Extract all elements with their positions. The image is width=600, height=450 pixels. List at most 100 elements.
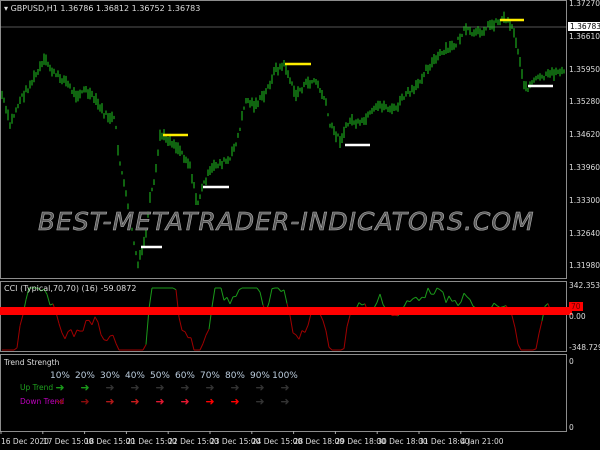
cci-line — [88, 320, 93, 326]
down-arrow-icon: ➜ — [280, 395, 290, 408]
ohlc-values: 1.36786 1.36812 1.36752 1.36783 — [60, 4, 201, 13]
up-arrow-icon: ➜ — [230, 381, 240, 394]
cci-line — [223, 296, 228, 301]
cci-line — [535, 333, 540, 349]
cci-line — [421, 296, 426, 299]
cci-line — [415, 296, 420, 301]
watermark: BEST-METATRADER-INDICATORS.COM — [38, 207, 535, 237]
cci-line — [322, 320, 327, 331]
percent-label: 50% — [149, 371, 170, 381]
percent-label: 20% — [74, 371, 95, 381]
down-arrow-icon: ➜ — [105, 395, 115, 408]
cci-line — [94, 316, 99, 323]
cci-line — [451, 299, 456, 302]
cci-line — [61, 332, 66, 340]
percent-label: 40% — [124, 371, 145, 381]
up-arrow-icon: ➜ — [280, 381, 290, 394]
cci-line — [13, 347, 18, 351]
cci-line — [301, 330, 306, 333]
percent-label: 90% — [249, 371, 270, 381]
cci-line — [181, 329, 186, 333]
cci-line — [91, 316, 96, 326]
cci-line — [436, 287, 441, 291]
cci-line — [259, 291, 264, 306]
cci-line — [433, 287, 438, 295]
percent-label: 10% — [49, 371, 70, 381]
cci-line — [442, 292, 447, 303]
cci-line — [67, 329, 72, 333]
cci-line — [190, 337, 195, 351]
symbol-label: GBPUSD,H1 — [10, 4, 58, 13]
cci-scale-min: -348.7291 — [569, 343, 600, 352]
cci-line — [517, 343, 522, 351]
cci-line — [70, 329, 75, 338]
cci-line — [268, 288, 273, 303]
cci-line — [82, 320, 87, 332]
cci-line — [439, 289, 444, 293]
price-tick: 1.37270 — [569, 0, 600, 8]
price-tick: 1.35950 — [569, 64, 600, 74]
cci-line — [418, 296, 423, 301]
cci-line — [394, 314, 399, 317]
cci-line — [304, 325, 309, 333]
cci-line — [448, 295, 453, 302]
price-tick: 1.31980 — [569, 261, 600, 271]
percent-label: 70% — [199, 371, 220, 381]
cci-line — [64, 331, 69, 340]
cci-line — [106, 335, 111, 341]
cci-line — [199, 343, 204, 351]
up-arrow-icon: ➜ — [205, 381, 215, 394]
symbol-header: ▾ GBPUSD,H1 1.36786 1.36812 1.36752 1.36… — [4, 4, 200, 13]
cci-line — [412, 296, 417, 300]
cci-line — [172, 287, 177, 291]
price-tick: 1.36610 — [569, 31, 600, 41]
cci-line — [346, 314, 351, 327]
cci-line — [292, 332, 297, 336]
ts-scale-top: 0 — [569, 357, 574, 366]
down-arrow-icon: ➜ — [205, 395, 215, 408]
collapse-triangle-icon[interactable]: ▾ — [4, 4, 8, 13]
down-arrow-icon: ➜ — [230, 395, 240, 408]
cci-line — [403, 300, 408, 307]
cci-line — [109, 334, 114, 337]
time-label: 4 Jan 21:00 — [460, 437, 504, 446]
cci-level-band — [0, 307, 572, 315]
current-price-label: 1.36783 — [568, 22, 600, 31]
cci-scale-zero: 0.00 — [569, 312, 586, 321]
price-tick: 1.33960 — [569, 163, 600, 172]
cci-line — [460, 293, 465, 303]
down-arrow-icon: ➜ — [255, 395, 265, 408]
cci-line — [298, 330, 303, 340]
cci-line — [202, 334, 207, 344]
up-arrow-icon: ➜ — [180, 381, 190, 394]
cci-line — [238, 287, 243, 291]
cci-line — [73, 329, 78, 338]
price-tick: 1.33300 — [569, 195, 600, 205]
cci-line — [112, 335, 117, 344]
up-arrow-icon: ➜ — [105, 381, 115, 394]
cci-line — [289, 315, 294, 333]
percent-label: 60% — [174, 371, 195, 381]
up-arrow-icon: ➜ — [130, 381, 140, 394]
cci-title: CCI (Typical,70,70) (16) -59.0872 — [4, 284, 137, 293]
up-arrow-icon: ➜ — [55, 381, 65, 394]
cci-line — [100, 334, 105, 341]
cci-line — [454, 300, 459, 306]
cci-line — [220, 287, 225, 301]
cci-line — [511, 315, 516, 328]
cci-line — [19, 314, 24, 326]
cci-line — [379, 293, 384, 305]
cci-line — [358, 302, 363, 306]
ts-scale-bottom: 0 — [569, 423, 574, 432]
cci-line — [325, 330, 330, 348]
cci-line — [295, 334, 300, 340]
cci-line — [328, 346, 333, 351]
cci-line — [46, 294, 51, 306]
cci-line — [115, 343, 120, 351]
cci-line — [178, 317, 183, 331]
cci-line — [469, 299, 474, 307]
cci-line — [205, 328, 210, 336]
cci-line — [103, 339, 108, 342]
cci-line — [340, 348, 345, 351]
cci-line — [271, 287, 276, 290]
